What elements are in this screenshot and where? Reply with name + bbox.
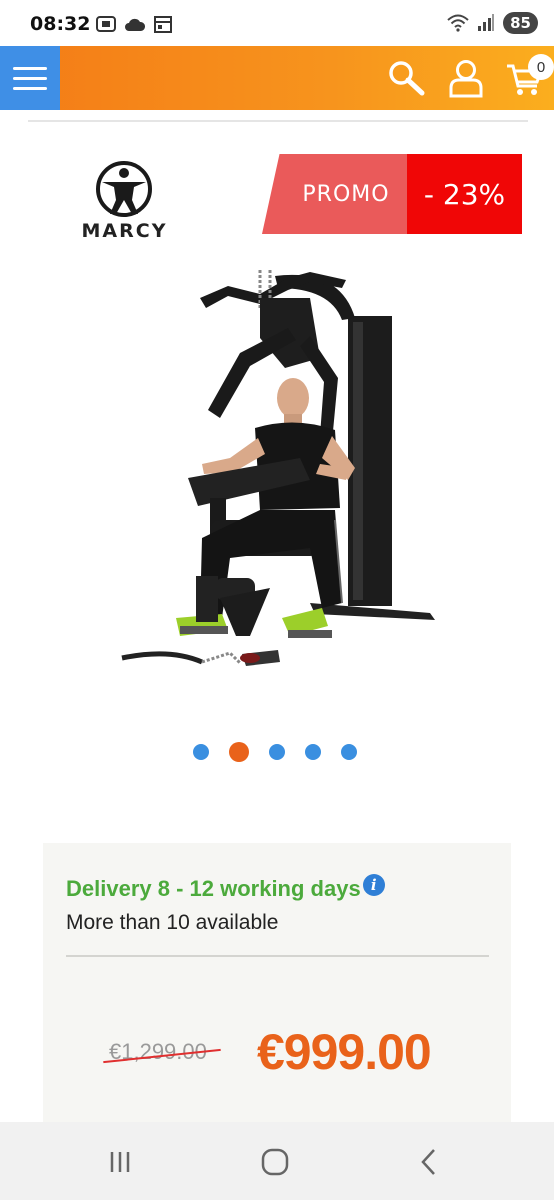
marcy-logo-icon [96, 161, 152, 217]
account-icon[interactable] [446, 58, 486, 98]
home-icon[interactable] [259, 1146, 291, 1178]
promo-badge: PROMO [262, 154, 408, 234]
carousel-dots [193, 742, 357, 762]
info-icon[interactable]: i [362, 874, 385, 896]
back-icon[interactable] [414, 1146, 446, 1178]
brand-name: MARCY [81, 220, 168, 242]
brand-logo[interactable]: MARCY [62, 160, 187, 242]
status-time: 08:32 [30, 13, 91, 35]
calendar-icon [154, 16, 172, 33]
menu-icon [13, 66, 47, 70]
screenshot-icon [96, 16, 116, 32]
delivery-info: Delivery 8 - 12 working days i [66, 874, 385, 902]
cart-count-badge: 0 [528, 54, 554, 80]
cloud-icon [125, 18, 146, 31]
discount-badge: - 23% [407, 154, 522, 234]
carousel-dot[interactable] [269, 744, 285, 760]
product-image[interactable] [110, 258, 450, 688]
carousel-dot[interactable] [193, 744, 209, 760]
stock-status: More than 10 available [66, 911, 279, 934]
menu-button[interactable] [0, 46, 60, 110]
purchase-panel: Delivery 8 - 12 working days i More than… [43, 843, 511, 1143]
status-right: 85 [447, 12, 538, 34]
panel-divider [66, 955, 489, 957]
recent-apps-icon[interactable] [104, 1146, 136, 1178]
carousel-dot[interactable] [341, 744, 357, 760]
carousel-dot-active[interactable] [229, 742, 249, 762]
header-divider [28, 120, 528, 122]
search-icon[interactable] [386, 58, 426, 98]
battery-level: 85 [503, 12, 538, 34]
status-bar: 08:32 85 [0, 0, 554, 46]
delivery-text: Delivery 8 - 12 working days [66, 876, 361, 901]
signal-icon [478, 14, 495, 31]
current-price: €999.00 [257, 1024, 432, 1080]
wifi-icon [447, 14, 469, 32]
site-header: 0 [0, 46, 554, 110]
system-nav-bar [0, 1122, 554, 1200]
status-notification-icons [96, 14, 172, 34]
carousel-dot[interactable] [305, 744, 321, 760]
